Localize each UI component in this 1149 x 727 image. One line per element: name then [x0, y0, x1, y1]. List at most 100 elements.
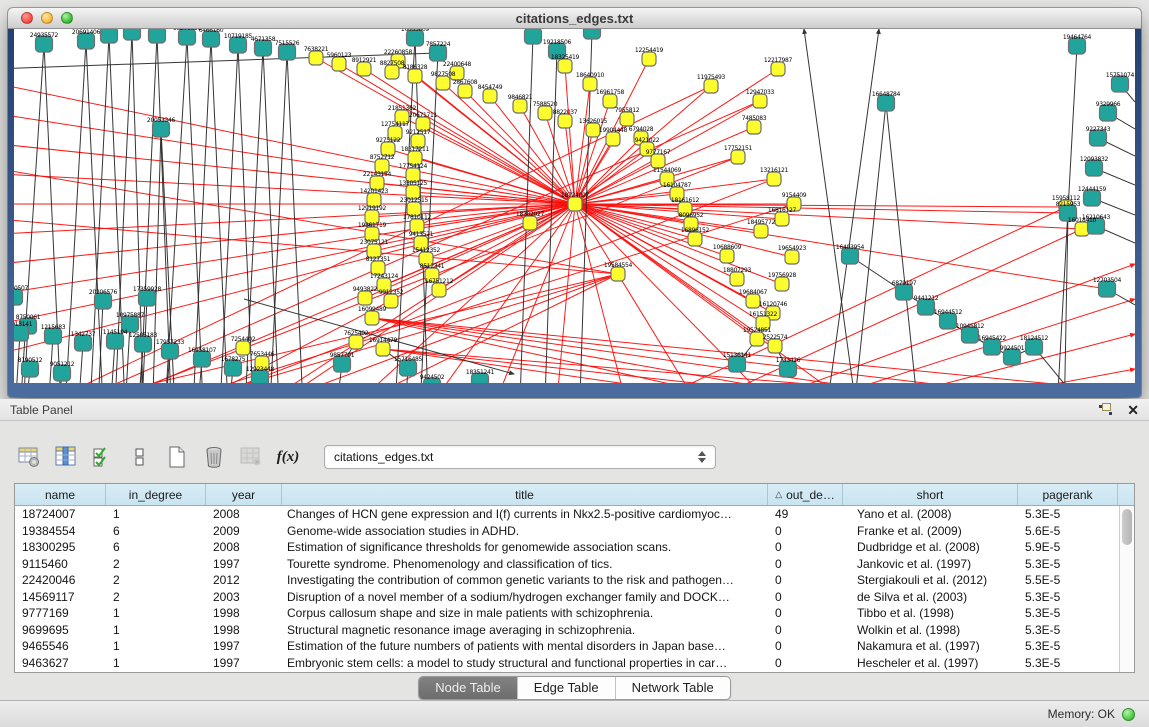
table-cell[interactable]: 0: [768, 556, 843, 573]
tab-node-table[interactable]: Node Table: [419, 677, 518, 699]
tab-edge-table[interactable]: Edge Table: [518, 677, 616, 699]
table-row[interactable]: 946554611997Estimation of the future num…: [15, 638, 1134, 655]
table-cell[interactable]: Hescheler et al. (1997): [843, 655, 1018, 672]
table-cell[interactable]: 2009: [206, 523, 282, 540]
new-column-icon[interactable]: [164, 444, 190, 470]
table-cell[interactable]: 2: [106, 589, 206, 606]
table-cell[interactable]: 9465546: [15, 638, 106, 655]
table-select-dropdown[interactable]: citations_edges.txt: [324, 445, 716, 469]
table-cell[interactable]: Tourette syndrome. Phenomenology and cla…: [282, 556, 768, 573]
column-header-name[interactable]: name: [15, 484, 106, 505]
close-icon[interactable]: ✕: [1127, 403, 1139, 417]
table-cell[interactable]: 5.3E-5: [1018, 622, 1118, 639]
tab-network-table[interactable]: Network Table: [616, 677, 730, 699]
table-cell[interactable]: Jankovic et al. (1997): [843, 556, 1018, 573]
table-cell[interactable]: 6: [106, 539, 206, 556]
minimize-window-button[interactable]: [41, 12, 53, 24]
table-cell[interactable]: Structural magnetic resonance image aver…: [282, 622, 768, 639]
column-header-year[interactable]: year: [206, 484, 282, 505]
table-cell[interactable]: 22420046: [15, 572, 106, 589]
column-header-outde[interactable]: △out_de…: [768, 484, 843, 505]
table-cell[interactable]: Stergiakouli et al. (2012): [843, 572, 1018, 589]
table-cell[interactable]: 18300295: [15, 539, 106, 556]
function-builder-icon[interactable]: f(x): [275, 444, 301, 470]
table-cell[interactable]: 2003: [206, 589, 282, 606]
window-titlebar[interactable]: citations_edges.txt: [8, 8, 1141, 29]
citation-graph[interactable]: 1872400776382215960123891292122260858882…: [14, 29, 1135, 383]
table-cell[interactable]: 1: [106, 655, 206, 672]
table-cell[interactable]: 9777169: [15, 605, 106, 622]
column-header-short[interactable]: short: [843, 484, 1018, 505]
table-cell[interactable]: 1998: [206, 605, 282, 622]
table-cell[interactable]: 2: [106, 556, 206, 573]
table-cell[interactable]: 1997: [206, 638, 282, 655]
table-cell[interactable]: 0: [768, 523, 843, 540]
table-cell[interactable]: 0: [768, 655, 843, 672]
column-header-indegree[interactable]: in_degree: [106, 484, 206, 505]
rows-icon[interactable]: [127, 444, 153, 470]
table-cell[interactable]: 0: [768, 539, 843, 556]
table-cell[interactable]: 5.3E-5: [1018, 655, 1118, 672]
table-cell[interactable]: Yano et al. (2008): [843, 506, 1018, 523]
column-check-icon[interactable]: [90, 444, 116, 470]
show-column-icon[interactable]: [53, 444, 79, 470]
table-cell[interactable]: 1: [106, 506, 206, 523]
table-mode-icon[interactable]: [16, 444, 42, 470]
table-cell[interactable]: Nakamura et al. (1997): [843, 638, 1018, 655]
table-cell[interactable]: 1997: [206, 655, 282, 672]
table-row[interactable]: 1938455462009Genome-wide association stu…: [15, 523, 1134, 540]
table-cell[interactable]: de Silva et al. (2003): [843, 589, 1018, 606]
table-cell[interactable]: 5.9E-5: [1018, 539, 1118, 556]
table-cell[interactable]: Disruption of a novel member of a sodium…: [282, 589, 768, 606]
table-cell[interactable]: 5.5E-5: [1018, 572, 1118, 589]
table-cell[interactable]: 5.6E-5: [1018, 523, 1118, 540]
table-cell[interactable]: 49: [768, 506, 843, 523]
table-cell[interactable]: 0: [768, 605, 843, 622]
table-cell[interactable]: 2008: [206, 506, 282, 523]
table-row[interactable]: 969969511998Structural magnetic resonanc…: [15, 622, 1134, 639]
table-cell[interactable]: 18724007: [15, 506, 106, 523]
scrollbar-thumb[interactable]: [1122, 509, 1132, 545]
table-cell[interactable]: Franke et al. (2009): [843, 523, 1018, 540]
table-cell[interactable]: 0: [768, 622, 843, 639]
zoom-window-button[interactable]: [61, 12, 73, 24]
table-row[interactable]: 946362711997Embryonic stem cells: a mode…: [15, 655, 1134, 672]
table-cell[interactable]: Changes of HCN gene expression and I(f) …: [282, 506, 768, 523]
network-canvas[interactable]: 1872400776382215960123891292122260858882…: [14, 29, 1135, 383]
table-cell[interactable]: 5.3E-5: [1018, 605, 1118, 622]
table-cell[interactable]: 0: [768, 589, 843, 606]
table-row[interactable]: 977716911998Corpus callosum shape and si…: [15, 605, 1134, 622]
table-cell[interactable]: 1: [106, 622, 206, 639]
table-cell[interactable]: Corpus callosum shape and size in male p…: [282, 605, 768, 622]
table-cell[interactable]: 9115460: [15, 556, 106, 573]
table-cell[interactable]: 1: [106, 638, 206, 655]
table-cell[interactable]: 0: [768, 572, 843, 589]
table-cell[interactable]: 1: [106, 605, 206, 622]
column-header-pagerank[interactable]: pagerank: [1018, 484, 1118, 505]
table-cell[interactable]: Estimation of the future numbers of pati…: [282, 638, 768, 655]
table-cell[interactable]: 5.3E-5: [1018, 638, 1118, 655]
table-cell[interactable]: 6: [106, 523, 206, 540]
table-cell[interactable]: 2008: [206, 539, 282, 556]
table-row[interactable]: 911546021997Tourette syndrome. Phenomeno…: [15, 556, 1134, 573]
table-cell[interactable]: 5.3E-5: [1018, 556, 1118, 573]
table-cell[interactable]: 9463627: [15, 655, 106, 672]
table-row[interactable]: 2242004622012Investigating the contribut…: [15, 572, 1134, 589]
table-cell[interactable]: 2: [106, 572, 206, 589]
table-row[interactable]: 1830029562008Estimation of significance …: [15, 539, 1134, 556]
table-cell[interactable]: 2012: [206, 572, 282, 589]
table-cell[interactable]: 19384554: [15, 523, 106, 540]
table-cell[interactable]: 14569117: [15, 589, 106, 606]
delete-column-icon[interactable]: [201, 444, 227, 470]
table-cell[interactable]: Tibbo et al. (1998): [843, 605, 1018, 622]
table-row[interactable]: 1456911722003Disruption of a novel membe…: [15, 589, 1134, 606]
table-cell[interactable]: 1998: [206, 622, 282, 639]
table-cell[interactable]: Embryonic stem cells: a model to study s…: [282, 655, 768, 672]
close-window-button[interactable]: [21, 12, 33, 24]
memory-status-icon[interactable]: [1122, 708, 1135, 721]
table-cell[interactable]: 5.3E-5: [1018, 589, 1118, 606]
table-cell[interactable]: Dudbridge et al. (2008): [843, 539, 1018, 556]
table-row[interactable]: 1872400712008Changes of HCN gene express…: [15, 506, 1134, 523]
float-window-icon[interactable]: [1099, 403, 1113, 416]
table-cell[interactable]: 1997: [206, 556, 282, 573]
